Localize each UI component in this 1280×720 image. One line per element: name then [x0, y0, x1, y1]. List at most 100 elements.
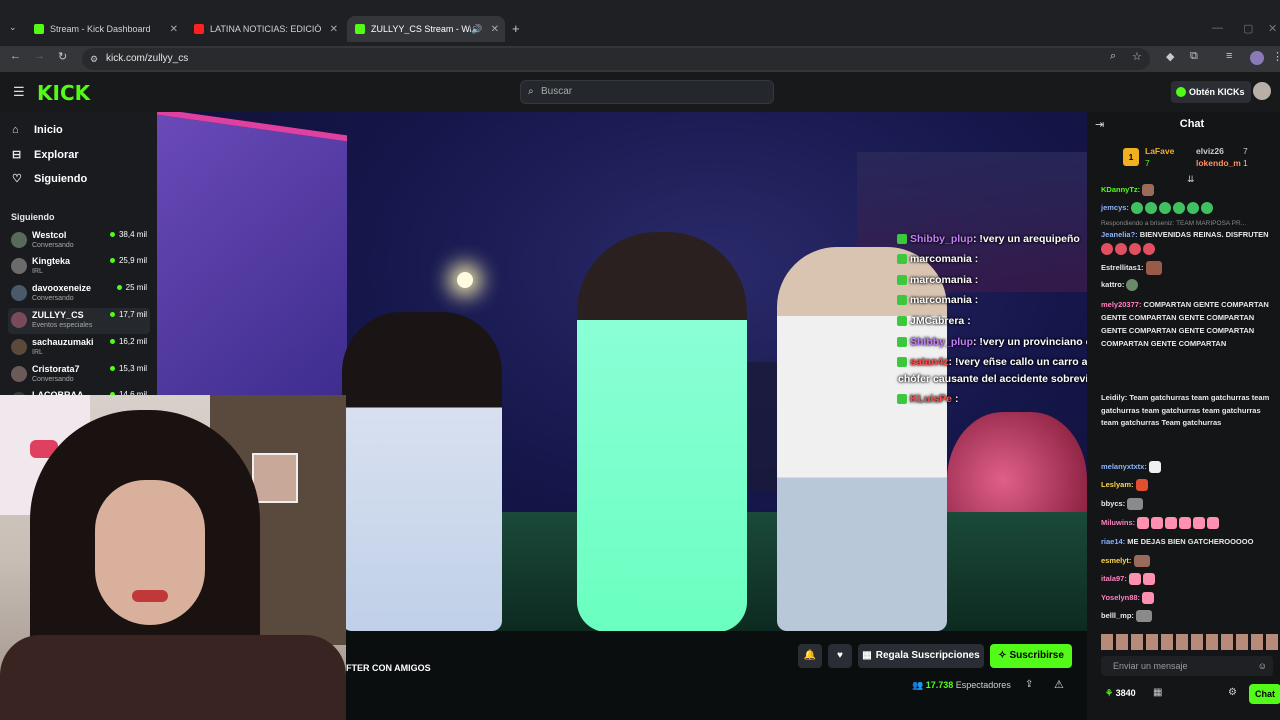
- nav-explorar[interactable]: ⊟ Explorar: [12, 148, 79, 162]
- profile-avatar[interactable]: [1250, 51, 1264, 65]
- audio-playing-icon[interactable]: 🔊: [471, 24, 482, 35]
- extensions-puzzle-icon[interactable]: ⧉: [1190, 50, 1198, 63]
- emote-bar[interactable]: [1101, 634, 1280, 650]
- gift-subs-button[interactable]: ▦ Regala Suscripciones: [858, 644, 984, 668]
- stage-screen: [157, 112, 347, 436]
- report-warning-icon[interactable]: ⚠: [1054, 678, 1064, 691]
- stage-light: [457, 272, 473, 288]
- avatar: [11, 312, 27, 328]
- kicks-coin-icon: [1176, 87, 1186, 97]
- tab-kick-dashboard[interactable]: Stream - Kick Dashboard ✕: [26, 16, 184, 42]
- leader-name: lokendo_m: [1196, 158, 1241, 168]
- tab-latina-noticias[interactable]: LATINA NOTICIAS: EDICIÓN CE ✕: [186, 16, 344, 42]
- tab-label: ZULLYY_CS Stream - Watch: [371, 24, 471, 34]
- browser-address-bar: ← → ↻ ⚙ kick.com/zullyy_cs ⌕ ☆ ◆ ⧉ ≡ ⋮: [0, 46, 1280, 72]
- chat-message: Leidily: Team gatchurras team gatchurras…: [1101, 393, 1270, 427]
- nav-label: Siguiendo: [34, 172, 88, 185]
- avatar: [11, 258, 27, 274]
- bookmark-star-icon[interactable]: ☆: [1132, 50, 1142, 63]
- get-kicks-label: Obtén KICKs: [1189, 87, 1245, 97]
- viewer-count: 15,3 mil: [110, 364, 147, 373]
- streamer-face: [95, 480, 205, 625]
- zoom-icon[interactable]: ⌕: [1110, 50, 1116, 63]
- nav-label: Explorar: [34, 148, 79, 161]
- chat-message: itala97:: [1101, 573, 1277, 586]
- chat-message: Estrellitas1:: [1101, 261, 1277, 275]
- minimize-window-icon[interactable]: —: [1212, 22, 1223, 34]
- follow-heart-button[interactable]: ♥: [828, 644, 852, 668]
- close-tab-icon[interactable]: ✕: [491, 24, 505, 35]
- kick-badge-icon: [897, 275, 907, 286]
- chat-message: mely20377: COMPARTAN GENTE COMPARTAN GEN…: [1101, 300, 1269, 348]
- tab-search-icon[interactable]: ⌄: [9, 22, 17, 33]
- overlay-chat-line: marcomania :: [897, 294, 978, 306]
- tab-zullyy-stream[interactable]: ZULLYY_CS Stream - Watch 🔊 ✕: [347, 16, 505, 42]
- share-icon[interactable]: ⇪: [1025, 679, 1033, 690]
- channel-category: Conversando: [32, 376, 74, 383]
- site-info-icon[interactable]: ⚙: [90, 48, 98, 70]
- reload-icon[interactable]: ↻: [58, 50, 67, 63]
- channel-category: Conversando: [32, 242, 74, 249]
- hamburger-menu-icon[interactable]: ☰: [13, 84, 25, 100]
- close-tab-icon[interactable]: ✕: [170, 24, 184, 35]
- chat-title: Chat: [1179, 118, 1205, 130]
- channel-name: Cristorata7: [32, 364, 80, 374]
- close-window-icon[interactable]: ✕: [1268, 22, 1277, 35]
- channel-name: Kingteka: [32, 256, 71, 266]
- overlay-chat-line: marcomania :: [897, 274, 978, 286]
- chat-input[interactable]: Enviar un mensaje ☺: [1101, 656, 1273, 676]
- calendar-icon[interactable]: ▦: [1153, 687, 1162, 698]
- dancer-figure: [577, 232, 747, 631]
- gift-icon: ▦: [862, 650, 872, 661]
- chat-input-placeholder: Enviar un mensaje: [1113, 661, 1188, 671]
- media-control-icon[interactable]: ≡: [1226, 50, 1232, 62]
- new-tab-icon[interactable]: +: [512, 21, 520, 36]
- chat-message: Miluwins:: [1101, 517, 1277, 530]
- channel-category: IRL: [32, 268, 43, 275]
- channel-name: Westcol: [32, 230, 67, 240]
- overlay-chat-line: satan4z: !very eñse callo un carro a un …: [897, 356, 1087, 368]
- nav-siguiendo[interactable]: ♡ Siguiendo: [12, 172, 88, 186]
- leader-count: 7: [1243, 146, 1248, 156]
- viewer-count: 25 mil: [117, 283, 147, 292]
- kicks-balance[interactable]: ⚘ 3840: [1105, 688, 1136, 699]
- emoji-icon[interactable]: ☺: [1258, 656, 1267, 676]
- user-avatar[interactable]: [1253, 82, 1271, 100]
- avatar: [11, 285, 27, 301]
- overlay-chat-line: KLuisPe :: [897, 393, 958, 405]
- extension-icon[interactable]: ◆: [1166, 50, 1174, 63]
- url-field[interactable]: ⚙ kick.com/zullyy_cs: [82, 48, 1150, 70]
- overlay-chat-line: marcomania :: [897, 253, 978, 265]
- following-channel-zullyy-cs[interactable]: ZULLYY_CS Eventos especiales 17,7 mil: [8, 308, 150, 334]
- following-channel-sachauzumaki[interactable]: sachauzumaki IRL 16,2 mil: [8, 335, 150, 361]
- overlay-chat-line: Shibby_plup: !very un arequipeño: [897, 233, 1080, 245]
- chat-message: [1101, 243, 1277, 256]
- back-arrow-icon[interactable]: ←: [10, 50, 21, 62]
- chat-settings-gear-icon[interactable]: ⚙: [1228, 687, 1237, 698]
- notification-bell-button[interactable]: 🔔: [798, 644, 822, 668]
- chat-message: esmelyt:: [1101, 555, 1277, 568]
- browser-menu-icon[interactable]: ⋮: [1272, 50, 1280, 63]
- overlay-chat-line: chófer causante del accidente sobrevivió: [898, 373, 1087, 385]
- kick-badge-icon: [897, 337, 907, 348]
- following-channel-davooxeneize[interactable]: davooxeneize Conversando 25 mil: [8, 281, 150, 307]
- home-icon: ⌂: [12, 124, 19, 136]
- subscribe-button[interactable]: ✧ Suscribirse: [990, 644, 1072, 668]
- leader-name: LaFave: [1145, 146, 1175, 156]
- following-channel-westcol[interactable]: Westcol Conversando 38,4 mil: [8, 228, 150, 254]
- maximize-window-icon[interactable]: ▢: [1243, 22, 1253, 35]
- kick-logo[interactable]: KICK: [37, 81, 90, 105]
- close-tab-icon[interactable]: ✕: [330, 24, 344, 35]
- viewer-count: 👥 17.738 Espectadores: [912, 680, 1011, 690]
- browser-tab-bar: ⌄ Stream - Kick Dashboard ✕ LATINA NOTIC…: [0, 0, 1280, 46]
- overlay-chat-line: JMCabrera :: [897, 315, 971, 327]
- nav-inicio[interactable]: ⌂ Inicio: [12, 124, 63, 136]
- webcam-overlay: [0, 395, 346, 720]
- kicks-count: 3840: [1115, 688, 1136, 698]
- following-channel-cristorata7[interactable]: Cristorata7 Conversando 15,3 mil: [8, 362, 150, 388]
- search-input[interactable]: ⌕ Buscar: [520, 80, 774, 104]
- send-chat-button[interactable]: Chat: [1249, 684, 1280, 704]
- forward-arrow-icon[interactable]: →: [34, 50, 45, 62]
- following-channel-kingteka[interactable]: Kingteka IRL 25,9 mil: [8, 254, 150, 280]
- get-kicks-button[interactable]: Obtén KICKs: [1171, 81, 1251, 103]
